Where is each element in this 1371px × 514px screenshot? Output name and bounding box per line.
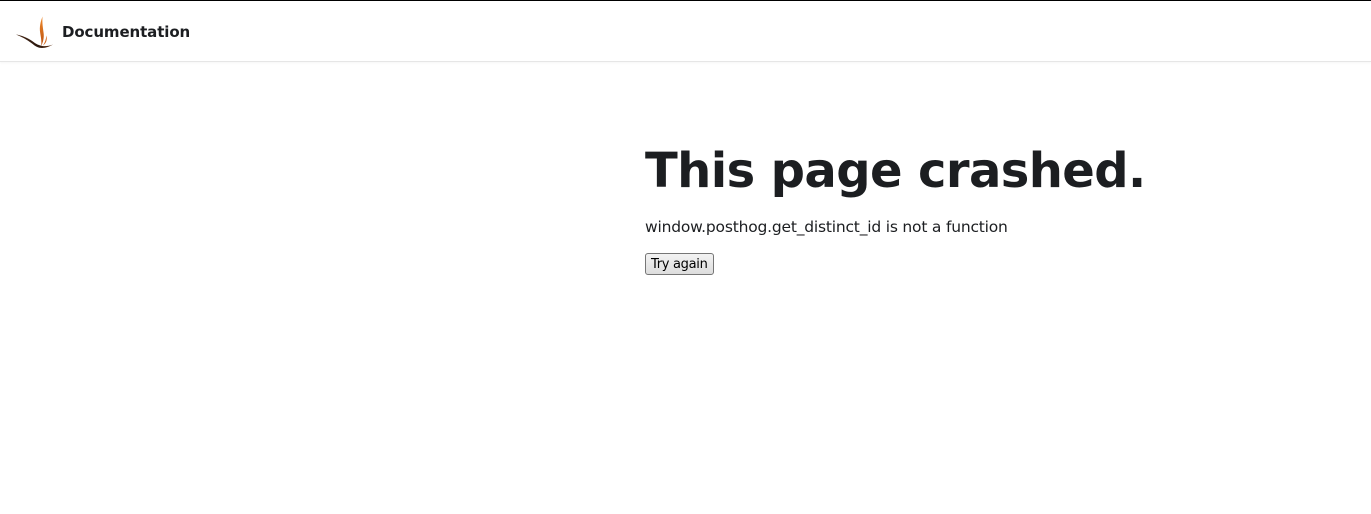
error-boundary: This page crashed. window.posthog.get_di… xyxy=(645,138,1345,275)
page-title: This page crashed. xyxy=(645,143,1146,199)
navbar-title: Documentation xyxy=(62,23,191,41)
top-navbar: Documentation xyxy=(0,0,1371,62)
try-again-button[interactable]: Try again xyxy=(645,253,714,275)
logo-icon xyxy=(16,16,53,48)
navbar-brand-link[interactable]: Documentation xyxy=(15,14,190,50)
error-message: window.posthog.get_distinct_id is not a … xyxy=(645,218,1008,236)
